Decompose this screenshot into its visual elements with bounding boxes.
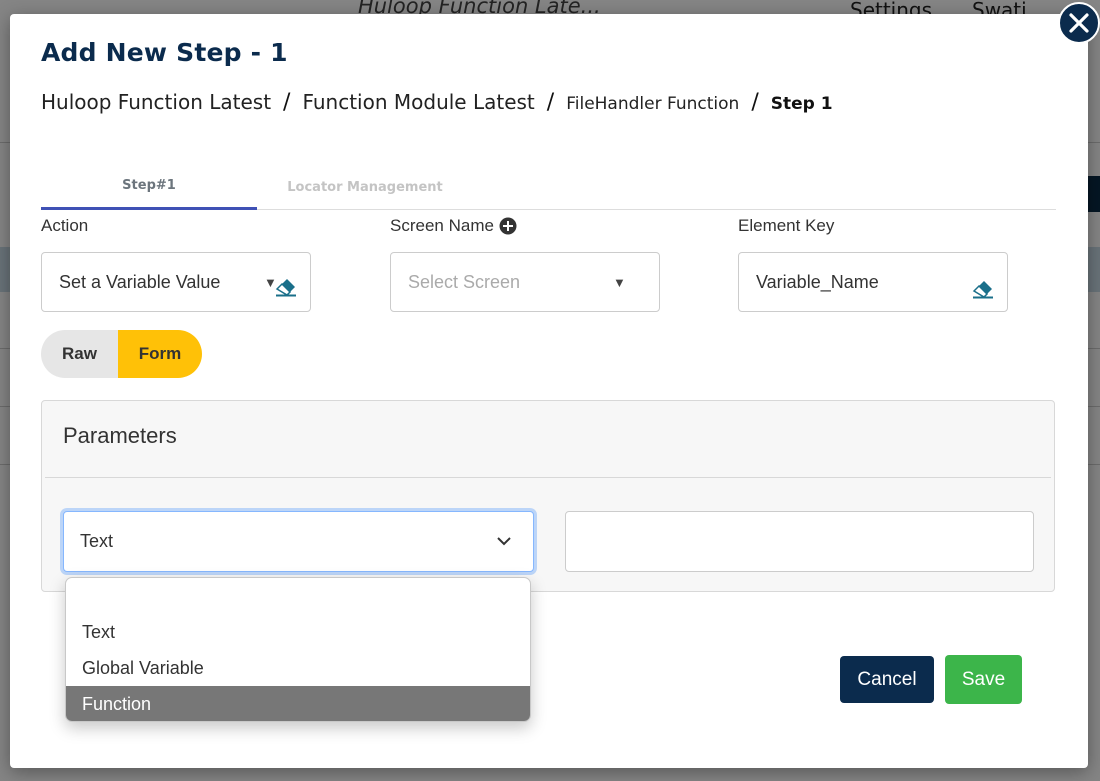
- element-key-input[interactable]: Variable_Name: [738, 252, 1008, 312]
- cancel-button[interactable]: Cancel: [840, 656, 934, 703]
- action-value: Set a Variable Value: [59, 271, 221, 292]
- breadcrumb-separator: /: [283, 90, 291, 115]
- parameters-divider: [45, 477, 1051, 478]
- screen-select-placeholder: Select Screen: [408, 271, 521, 292]
- screen-name-label: Screen Name: [390, 216, 494, 235]
- raw-form-toggle: Raw Form: [41, 330, 202, 378]
- dropdown-option-global-variable[interactable]: Global Variable: [66, 650, 530, 686]
- breadcrumb: Huloop Function Latest / Function Module…: [41, 90, 833, 115]
- parameter-value-input[interactable]: [565, 511, 1034, 572]
- tab-step[interactable]: Step#1: [41, 164, 257, 210]
- action-select[interactable]: Set a Variable Value ▼: [41, 252, 311, 312]
- breadcrumb-current: Step 1: [770, 94, 833, 114]
- save-button[interactable]: Save: [945, 655, 1022, 704]
- dropdown-option-empty[interactable]: [66, 582, 530, 618]
- caret-down-icon: ▼: [613, 275, 626, 290]
- dropdown-option-function[interactable]: Function: [66, 686, 530, 721]
- tab-locator-management[interactable]: Locator Management: [257, 164, 473, 210]
- toggle-raw-option[interactable]: Raw: [41, 330, 118, 378]
- screen-select[interactable]: Select Screen ▼: [390, 252, 660, 312]
- modal-title: Add New Step - 1: [41, 38, 288, 67]
- parameters-panel: Parameters Text: [41, 400, 1055, 592]
- breadcrumb-separator: /: [751, 90, 759, 115]
- parameter-type-value: Text: [80, 531, 114, 551]
- breadcrumb-separator: /: [546, 90, 555, 115]
- step-tabs: Step#1 Locator Management: [41, 164, 1056, 210]
- chevron-down-icon: [497, 537, 511, 546]
- eraser-icon[interactable]: [970, 277, 996, 299]
- close-button[interactable]: [1058, 2, 1100, 44]
- eraser-icon[interactable]: [273, 275, 299, 297]
- breadcrumb-item[interactable]: FileHandler Function: [566, 94, 739, 114]
- breadcrumb-item[interactable]: Function Module Latest: [302, 90, 534, 114]
- parameter-type-dropdown: Text Global Variable Function: [65, 577, 531, 722]
- close-icon: [1069, 13, 1089, 33]
- screen-name-label-wrap: Screen Name: [390, 216, 517, 236]
- element-key-value: Variable_Name: [756, 271, 879, 292]
- parameters-title: Parameters: [63, 423, 177, 448]
- parameter-type-select[interactable]: Text: [63, 511, 534, 572]
- toggle-form-option[interactable]: Form: [118, 330, 202, 378]
- element-key-label: Element Key: [738, 216, 835, 235]
- dropdown-option-text[interactable]: Text: [66, 614, 530, 650]
- breadcrumb-item[interactable]: Huloop Function Latest: [41, 90, 271, 114]
- add-step-modal: Add New Step - 1 Huloop Function Latest …: [10, 14, 1088, 768]
- action-label: Action: [41, 216, 89, 235]
- plus-circle-icon[interactable]: [499, 217, 517, 235]
